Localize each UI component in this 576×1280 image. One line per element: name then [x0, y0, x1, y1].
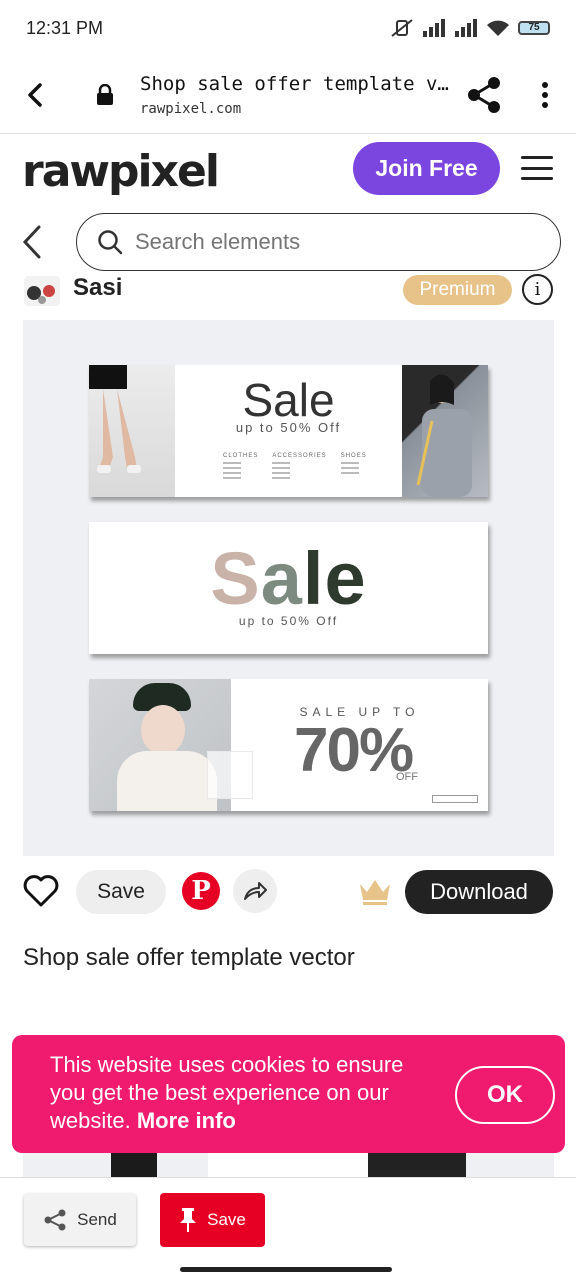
- share-arrow-icon: [244, 882, 267, 900]
- author-name[interactable]: Sasi: [73, 274, 122, 302]
- item-title: Shop sale offer template vector: [23, 944, 355, 971]
- send-label: Send: [77, 1210, 117, 1229]
- send-share-icon: [44, 1209, 66, 1231]
- browser-back-button[interactable]: [0, 82, 70, 108]
- action-row: Save P Download: [0, 866, 576, 918]
- back-icon[interactable]: [14, 222, 50, 262]
- status-time: 12:31 PM: [26, 17, 104, 38]
- model-umbrella-photo: [402, 365, 488, 497]
- heart-icon[interactable]: [22, 872, 60, 910]
- page-domain: rawpixel.com: [140, 100, 242, 117]
- site-header: rawpixel Join Free: [0, 134, 576, 208]
- banner2-subtitle: up to 50% Off: [238, 614, 339, 628]
- related-images-peek[interactable]: [23, 1153, 554, 1177]
- share-arrow-button[interactable]: [233, 869, 277, 913]
- banner-sale-70: SALE UP TO 70% OFF: [89, 679, 488, 811]
- info-icon[interactable]: i: [522, 274, 553, 305]
- search-box[interactable]: [76, 213, 561, 271]
- template-preview-image[interactable]: Sale up to 50% Off CLOTHES ACCESSORIES S…: [23, 320, 554, 856]
- banner-sale-photo-text: Sale up to 50% Off: [89, 522, 488, 654]
- wifi-icon: [487, 20, 509, 36]
- lock-icon: [70, 83, 140, 106]
- search-input[interactable]: [135, 229, 515, 255]
- cookie-ok-button[interactable]: OK: [455, 1066, 555, 1124]
- rawpixel-logo[interactable]: rawpixel: [22, 146, 220, 197]
- browser-menu-button[interactable]: [514, 81, 576, 108]
- search-row: [0, 212, 576, 272]
- page-title: Shop sale offer template vec...: [140, 72, 454, 95]
- status-icons: 75: [390, 18, 550, 38]
- bottom-share-bar: Send Save: [0, 1177, 576, 1280]
- save-button[interactable]: Save: [76, 870, 166, 914]
- banner1-headline: Sale: [242, 374, 335, 426]
- banner2-headline: Sale: [210, 537, 367, 620]
- crown-icon: [360, 880, 390, 905]
- pin-save-label: Save: [207, 1210, 246, 1229]
- premium-badge: Premium: [403, 275, 512, 305]
- send-button[interactable]: Send: [24, 1194, 136, 1246]
- more-vert-icon: [542, 81, 548, 108]
- home-indicator[interactable]: [180, 1267, 392, 1272]
- url-bar[interactable]: Shop sale offer template vec... rawpixel…: [140, 73, 454, 117]
- banner3-frame: [207, 751, 253, 799]
- status-bar: 12:31 PM 75: [0, 0, 576, 56]
- pinterest-icon[interactable]: P: [182, 872, 220, 910]
- banner-sale-50: Sale up to 50% Off CLOTHES ACCESSORIES S…: [89, 365, 488, 497]
- author-row: Sasi Premium i: [0, 272, 576, 310]
- model-legs-photo: [89, 365, 175, 497]
- more-info-link[interactable]: More info: [137, 1108, 236, 1133]
- share-button[interactable]: [454, 76, 514, 113]
- author-avatar[interactable]: [24, 276, 60, 306]
- pushpin-icon: [180, 1208, 197, 1232]
- banner3-cta-box: [432, 795, 478, 803]
- banner1-subtitle: up to 50% Off: [235, 420, 342, 435]
- banner3-percent: 70%: [294, 716, 414, 785]
- chevron-left-icon: [28, 82, 42, 107]
- signal-icon: [423, 19, 445, 37]
- banner3-off: OFF: [396, 771, 418, 783]
- browser-toolbar: Shop sale offer template vec... rawpixel…: [0, 56, 576, 134]
- cookie-banner: This website uses cookies to ensure you …: [12, 1035, 565, 1153]
- battery-icon: 75: [518, 21, 550, 35]
- hamburger-menu-icon[interactable]: [521, 156, 553, 180]
- banner1-categories: CLOTHES ACCESSORIES SHOES: [223, 453, 367, 479]
- pin-save-button[interactable]: Save: [160, 1193, 265, 1247]
- signal-icon-2: [455, 19, 477, 37]
- share-icon: [468, 76, 500, 113]
- search-icon: [98, 230, 123, 255]
- download-button[interactable]: Download: [405, 870, 553, 914]
- join-free-button[interactable]: Join Free: [353, 142, 500, 195]
- cookie-text: This website uses cookies to ensure you …: [50, 1052, 404, 1133]
- vibrate-off-icon: [391, 19, 413, 37]
